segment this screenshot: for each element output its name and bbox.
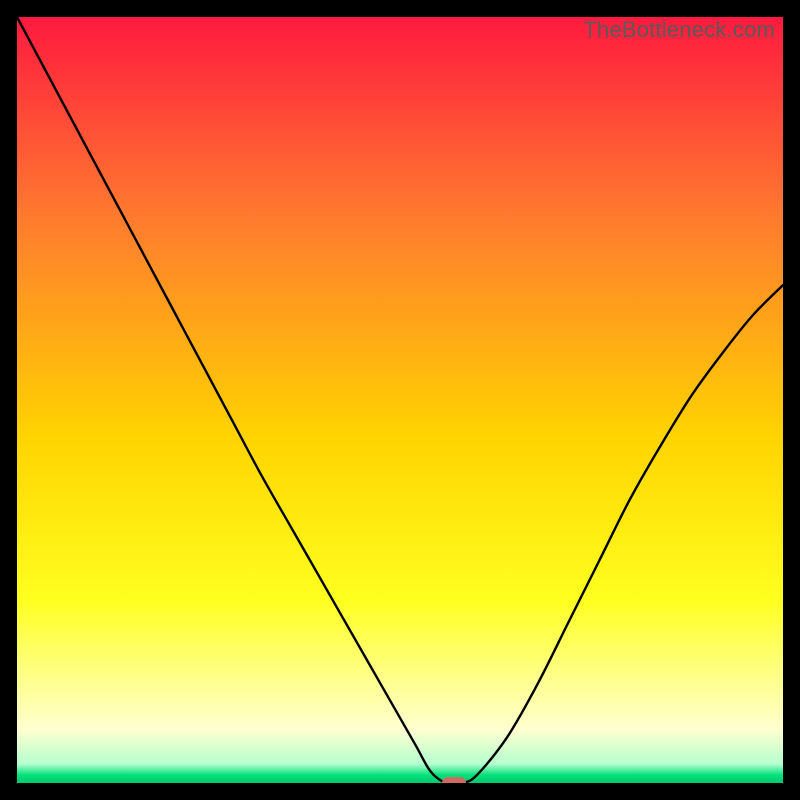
optimal-marker <box>442 777 466 783</box>
bottleneck-curve <box>17 17 783 783</box>
plot-area: TheBottleneck.com <box>17 17 783 783</box>
chart-frame: TheBottleneck.com <box>0 0 800 800</box>
